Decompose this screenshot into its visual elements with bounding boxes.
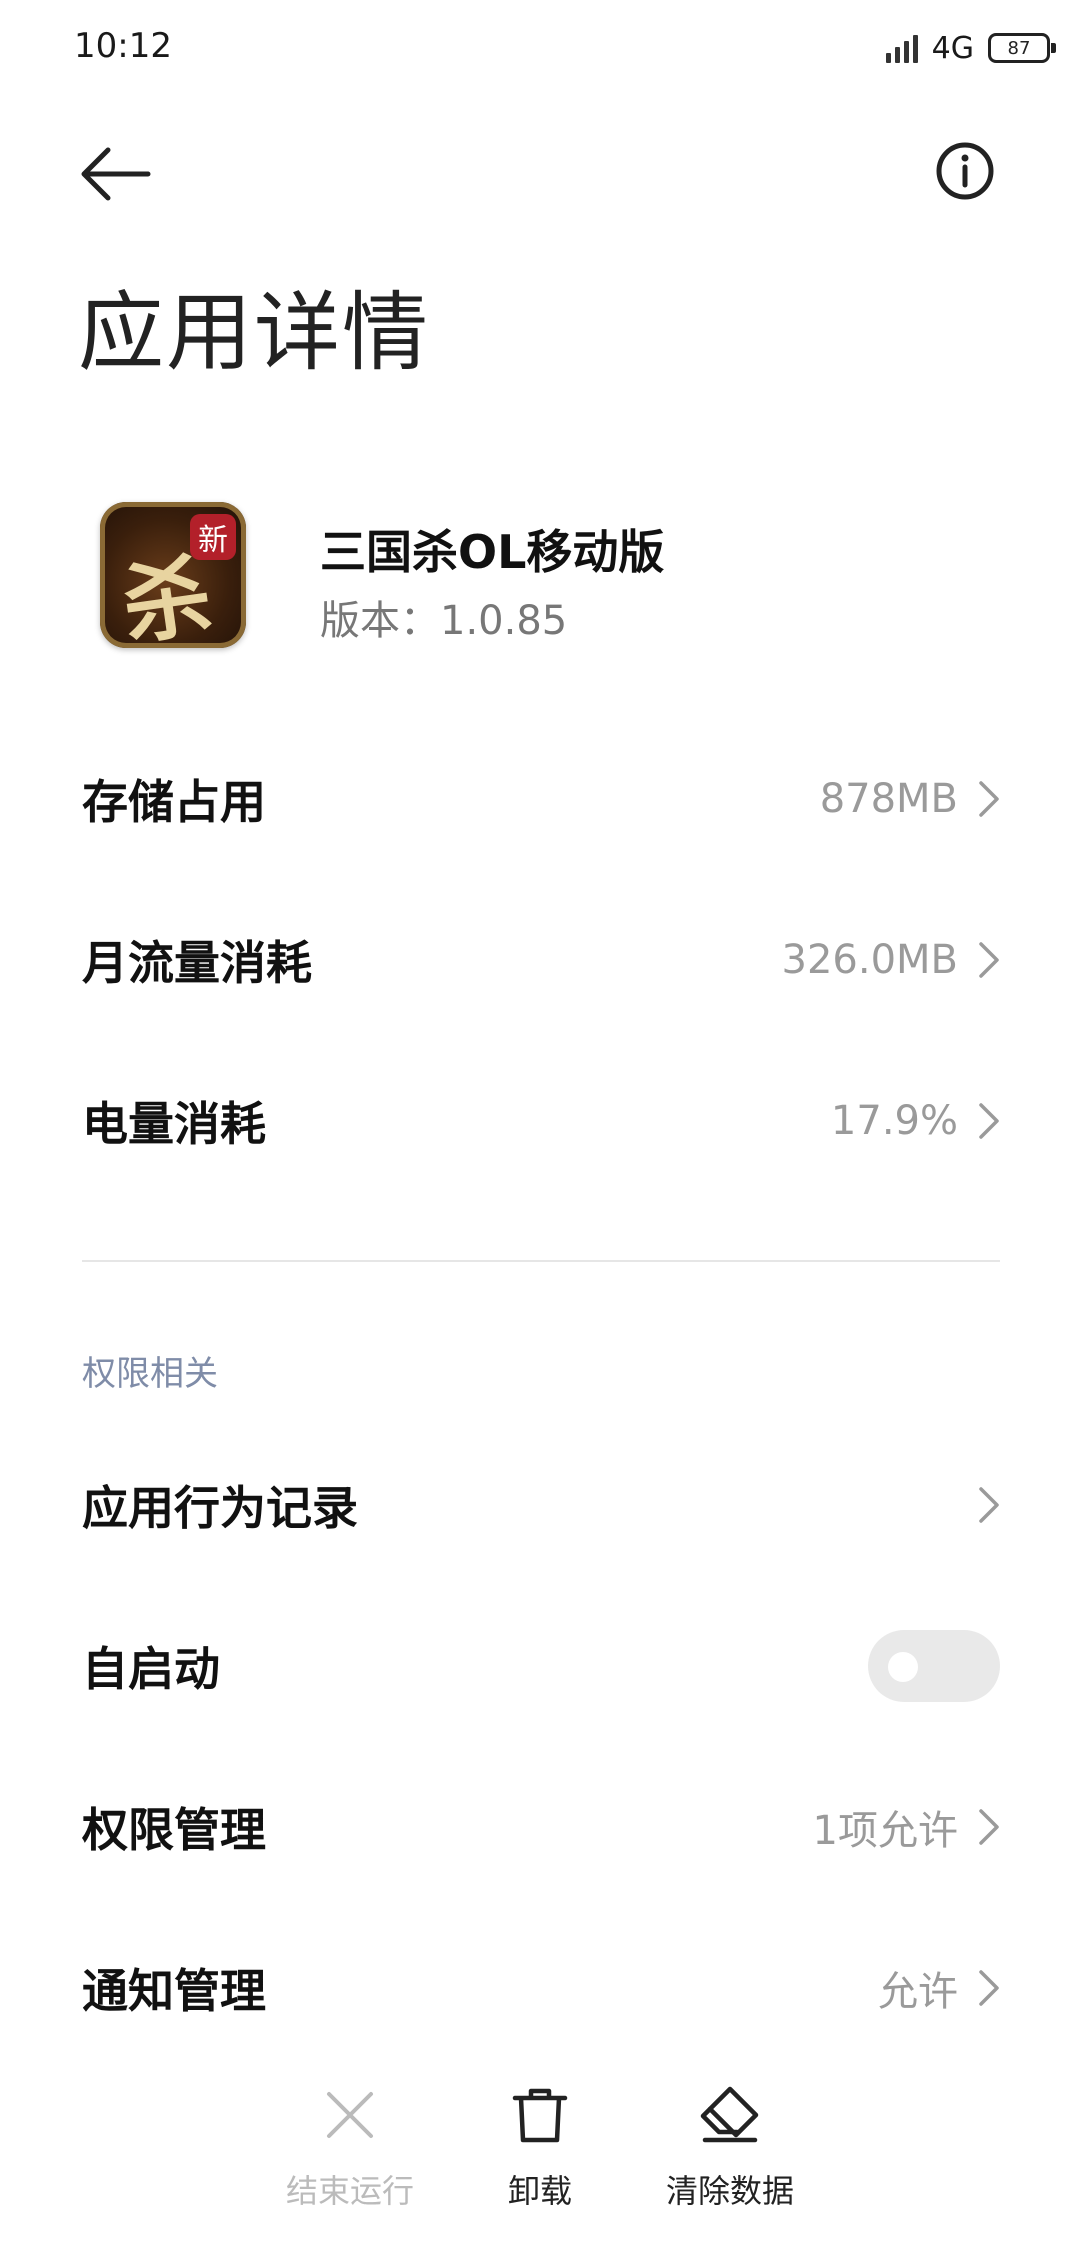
- force-stop-label: 结束运行: [285, 2172, 414, 2210]
- app-icon-badge: 新: [190, 514, 236, 560]
- permission-management-row[interactable]: 权限管理 1项允许: [82, 1772, 1000, 1882]
- network-type: 4G: [931, 30, 974, 66]
- chevron-right-icon: [979, 1970, 999, 2006]
- battery-level: 87: [1007, 37, 1031, 59]
- notification-management-value: 允许: [878, 1969, 958, 2015]
- data-usage-value: 326.0MB: [781, 937, 958, 983]
- page-title: 应用详情: [78, 283, 430, 383]
- app-icon: 杀 新: [100, 502, 246, 648]
- app-version: 版本：1.0.85: [320, 598, 568, 644]
- status-bar: 10:12 4G 87: [0, 0, 1080, 96]
- signal-icon: [885, 33, 918, 63]
- toggle-knob: [888, 1652, 918, 1682]
- info-button[interactable]: [934, 140, 996, 202]
- behavior-log-row[interactable]: 应用行为记录: [82, 1450, 1000, 1560]
- chevron-right-icon: [979, 781, 999, 817]
- section-divider: [82, 1260, 1000, 1262]
- info-icon: [936, 142, 994, 200]
- uninstall-label: 卸载: [507, 2172, 572, 2210]
- data-usage-label: 月流量消耗: [82, 936, 312, 990]
- status-icons: 4G 87: [885, 28, 1056, 68]
- chevron-right-icon: [979, 1103, 999, 1139]
- chevron-right-icon: [979, 942, 999, 978]
- clear-data-label: 清除数据: [665, 2172, 794, 2210]
- clear-data-button[interactable]: 清除数据: [630, 2084, 830, 2212]
- data-usage-row[interactable]: 月流量消耗 326.0MB: [82, 905, 1000, 1015]
- chevron-right-icon: [979, 1487, 999, 1523]
- battery-icon: 87: [988, 33, 1056, 63]
- bottom-action-bar: 结束运行 卸载 清除数据: [0, 2070, 1080, 2244]
- app-name: 三国杀OL移动版: [320, 525, 665, 579]
- top-bar: [0, 120, 1080, 220]
- status-time: 10:12: [74, 26, 172, 66]
- notification-management-row[interactable]: 通知管理 允许: [82, 1933, 1000, 2043]
- battery-usage-label: 电量消耗: [82, 1097, 266, 1151]
- battery-usage-value: 17.9%: [830, 1098, 958, 1144]
- autostart-toggle[interactable]: [868, 1630, 1000, 1702]
- permissions-section-header: 权限相关: [82, 1354, 218, 1394]
- storage-value: 878MB: [819, 776, 958, 822]
- battery-usage-row[interactable]: 电量消耗 17.9%: [82, 1066, 1000, 1176]
- app-header: 杀 新 三国杀OL移动版 版本：1.0.85: [100, 502, 1000, 652]
- autostart-row: 自启动: [82, 1611, 1000, 1721]
- uninstall-button[interactable]: 卸载: [440, 2084, 640, 2212]
- back-button[interactable]: [78, 144, 154, 204]
- autostart-label: 自启动: [82, 1642, 220, 1696]
- notification-management-label: 通知管理: [82, 1964, 266, 2018]
- permission-management-label: 权限管理: [82, 1803, 266, 1857]
- arrow-left-icon: [81, 147, 151, 201]
- close-icon: [327, 2092, 373, 2138]
- storage-label: 存储占用: [82, 775, 266, 829]
- behavior-log-label: 应用行为记录: [82, 1481, 358, 1535]
- permission-management-value: 1项允许: [812, 1808, 958, 1854]
- eraser-icon: [700, 2086, 759, 2143]
- force-stop-button[interactable]: 结束运行: [250, 2084, 450, 2212]
- storage-row[interactable]: 存储占用 878MB: [82, 744, 1000, 854]
- chevron-right-icon: [979, 1809, 999, 1845]
- trash-icon: [512, 2088, 568, 2143]
